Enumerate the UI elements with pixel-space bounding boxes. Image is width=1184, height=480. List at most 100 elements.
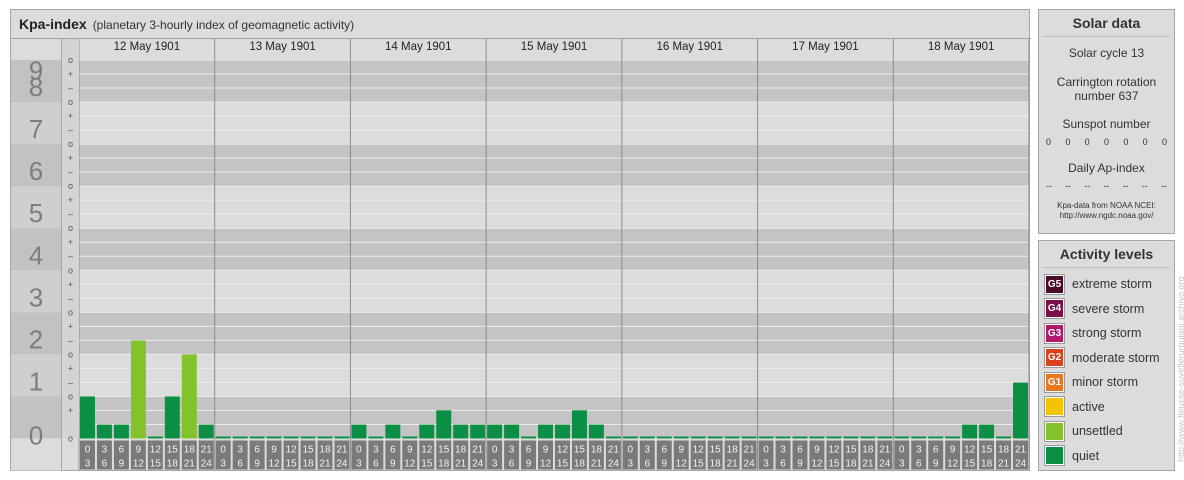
day-label: 15 May 1901 (521, 41, 588, 53)
y-minor-tick-label: – (68, 167, 73, 177)
sunspot-label: Sunspot number (1062, 117, 1151, 131)
interval-end-label: 9 (119, 459, 125, 470)
interval-start-label: 18 (998, 445, 1010, 456)
interval-end-label: 6 (645, 459, 651, 470)
activity-level-label: unsettled (1072, 424, 1123, 438)
interval-start-label: 15 (981, 445, 993, 456)
activity-level-label: moderate storm (1072, 350, 1160, 365)
activity-level-label: active (1072, 399, 1105, 414)
ap-value-1: -- (1065, 181, 1072, 191)
interval-start-label: 3 (916, 445, 922, 456)
interval-start-label: 6 (526, 445, 532, 456)
kp-bar (979, 424, 995, 439)
interval-end-label: 18 (574, 459, 586, 470)
y-minor-tick-label: + (68, 237, 73, 247)
interval-end-label: 21 (862, 459, 874, 470)
carrington-line-2: number 637 (1074, 89, 1139, 103)
activity-swatch (1044, 445, 1065, 466)
kp-bar (147, 436, 163, 439)
interval-end-label: 21 (455, 459, 467, 470)
kp-bar (215, 436, 231, 439)
kp-bar (368, 436, 384, 439)
y-minor-tick-label: + (68, 111, 73, 121)
interval-end-label: 18 (302, 459, 314, 470)
interval-start-label: 3 (780, 445, 786, 456)
interval-start-label: 0 (220, 445, 226, 456)
interval-start-label: 9 (271, 445, 277, 456)
interval-start-label: 21 (744, 445, 756, 456)
kp-bar (877, 436, 893, 439)
activity-level-active: active (1044, 396, 1105, 417)
interval-end-label: 6 (373, 459, 379, 470)
interval-end-label: 3 (899, 459, 905, 470)
y-major-tick-label: 4 (29, 240, 43, 270)
kp-bar (843, 436, 859, 439)
interval-start-label: 18 (727, 445, 739, 456)
interval-end-label: 15 (964, 459, 976, 470)
y-minor-tick-label: o (68, 391, 73, 401)
activity-level-moderate-storm: G2 moderate storm (1044, 347, 1160, 368)
kp-bar (181, 354, 197, 439)
kp-bar (622, 436, 638, 439)
activity-levels-panel: Activity levels G5 extreme storm G4 severe … (1038, 240, 1175, 471)
activity-swatch: G2 (1044, 347, 1065, 368)
kp-bar (588, 424, 604, 439)
interval-start-label: 6 (254, 445, 260, 456)
interval-start-label: 6 (119, 445, 125, 456)
interval-end-label: 21 (727, 459, 739, 470)
interval-end-label: 21 (591, 459, 603, 470)
interval-start-label: 9 (407, 445, 413, 456)
solar-cycle: Solar cycle 13 (1068, 46, 1145, 60)
kp-bar (1013, 382, 1028, 439)
y-minor-tick-label: – (68, 377, 73, 387)
y-minor-tick-label: o (68, 349, 73, 359)
kp-bar (419, 424, 435, 439)
kp-chart-svg: 12 May 1901 13 May 1901 14 May 1901 15 May … (11, 38, 1031, 471)
kp-bar (198, 424, 214, 439)
chart-title-main: Kpa-index (19, 16, 87, 32)
chart-title: Kpa-index (planetary 3-hourly index of ge… (19, 16, 354, 32)
kp-bar (741, 436, 757, 439)
y-major-tick-label: 6 (29, 156, 43, 186)
sunspot-value-1: 0 (1065, 137, 1071, 147)
kp-bar (809, 436, 825, 439)
kp-bar (334, 436, 350, 439)
activity-level-severe-storm: G4 severe storm (1044, 298, 1144, 319)
y-minor-tick-label: + (68, 153, 73, 163)
plot-band (79, 270, 1029, 313)
kp-bar (605, 436, 621, 439)
interval-end-label: 24 (201, 459, 213, 470)
day-label: 17 May 1901 (792, 41, 859, 53)
interval-start-label: 15 (438, 445, 450, 456)
y-minor-tick-label: – (68, 83, 73, 93)
activity-swatch: G5 (1044, 273, 1065, 295)
kp-bar (317, 436, 333, 439)
y-minor-tick-label: o (68, 55, 73, 65)
interval-end-label: 18 (167, 459, 179, 470)
solar-data-panel: Solar data Solar cycle 13 Carrington rot… (1038, 9, 1175, 234)
interval-start-label: 18 (184, 445, 196, 456)
interval-start-label: 3 (509, 445, 515, 456)
interval-start-label: 9 (543, 445, 549, 456)
interval-start-label: 12 (964, 445, 976, 456)
interval-end-label: 12 (676, 459, 688, 470)
interval-start-label: 21 (1015, 445, 1027, 456)
interval-start-label: 12 (150, 445, 162, 456)
interval-end-label: 24 (744, 459, 756, 470)
y-minor-tick-label: – (68, 335, 73, 345)
activity-swatch: G3 (1044, 322, 1065, 344)
plot-band (79, 312, 1029, 355)
kp-bar (80, 396, 95, 439)
interval-start-label: 0 (628, 445, 634, 456)
kp-bar (487, 424, 503, 439)
interval-start-label: 3 (373, 445, 379, 456)
interval-end-label: 3 (356, 459, 362, 470)
kp-bar (826, 436, 842, 439)
y-minor-tick-label: o (68, 265, 73, 275)
kp-bar (792, 436, 808, 439)
activity-swatch (1044, 420, 1065, 442)
kp-bar (402, 436, 418, 439)
interval-end-label: 9 (933, 459, 939, 470)
interval-end-label: 3 (85, 459, 91, 470)
interval-end-label: 6 (916, 459, 922, 470)
